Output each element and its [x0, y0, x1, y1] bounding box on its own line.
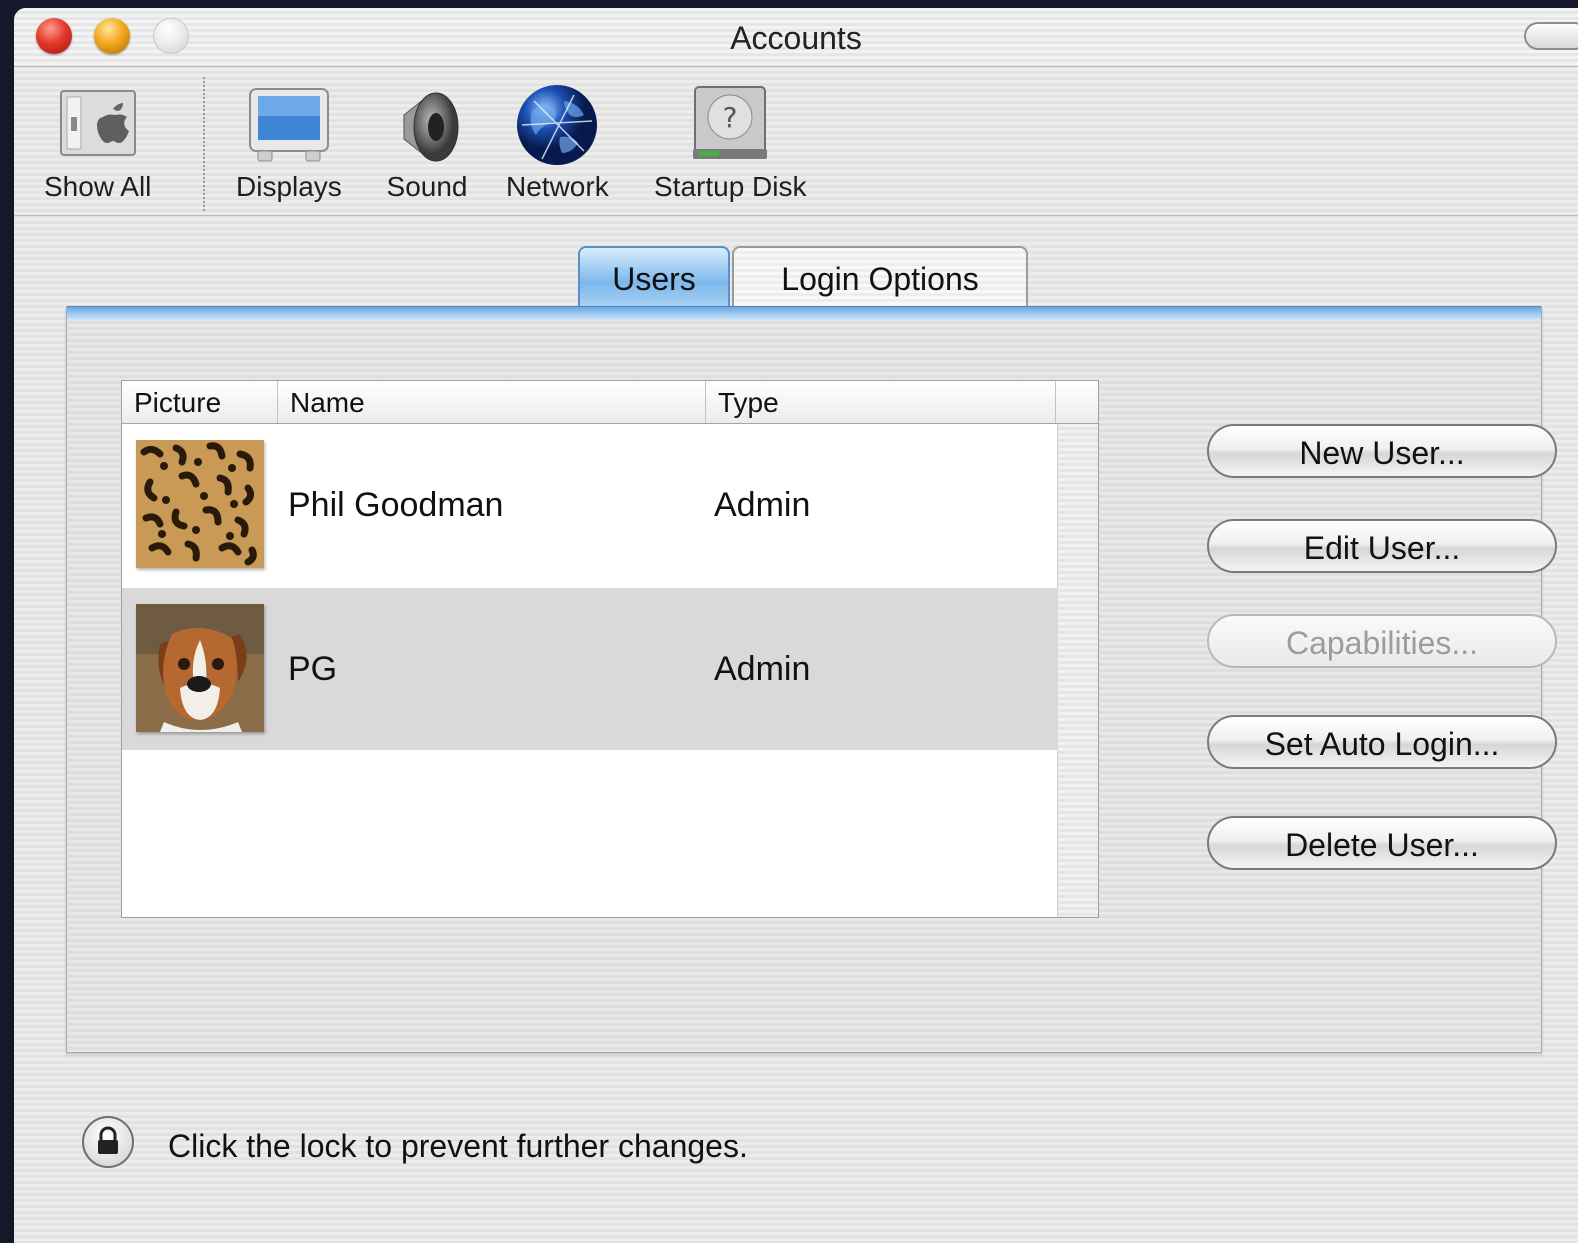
tab-users[interactable]: Users [578, 246, 730, 306]
window-title: Accounts [730, 20, 862, 56]
accounts-window: Accounts Show All Displays Sound Network… [14, 8, 1578, 1243]
edit-user-button[interactable]: Edit User... [1207, 519, 1557, 573]
toolbar-startup-disk[interactable]: ? Startup Disk [654, 81, 807, 203]
displays-icon [246, 81, 332, 167]
table-header: Picture Name Type [122, 381, 1098, 424]
column-header-name[interactable]: Name [278, 381, 706, 423]
show-all-icon [55, 81, 141, 167]
toolbar-label: Network [506, 171, 609, 202]
user-type: Admin [714, 486, 811, 524]
users-table: Picture Name Type Phil Goodman Admin PG … [121, 380, 1099, 918]
delete-user-button[interactable]: Delete User... [1207, 816, 1557, 870]
toolbar-label: Sound [386, 171, 468, 202]
toolbar-label: Show All [44, 171, 152, 202]
toolbar-label: Displays [236, 171, 342, 202]
users-panel: Picture Name Type Phil Goodman Admin PG … [66, 306, 1557, 1053]
capabilities-button: Capabilities... [1207, 614, 1557, 668]
title-bar: Accounts [14, 8, 1578, 67]
toolbar-displays[interactable]: Displays [236, 81, 342, 203]
dog-avatar [136, 604, 264, 732]
table-row[interactable]: Phil Goodman Admin [122, 424, 1058, 588]
lock-status-text: Click the lock to prevent further change… [168, 1128, 748, 1164]
table-row[interactable]: PG Admin [122, 588, 1058, 750]
toolbar-toggle-button[interactable] [1524, 22, 1578, 50]
new-user-button[interactable]: New User... [1207, 424, 1557, 478]
toolbar-separator [203, 77, 205, 211]
tab-login-options[interactable]: Login Options [732, 246, 1028, 306]
toolbar-sound[interactable]: Sound [384, 81, 470, 203]
toolbar: Show All Displays Sound Network ? Startu… [14, 67, 1578, 216]
toolbar-label: Startup Disk [654, 171, 807, 202]
sound-icon [384, 81, 470, 167]
set-auto-login-button[interactable]: Set Auto Login... [1207, 715, 1557, 769]
column-header-type[interactable]: Type [706, 381, 1056, 423]
toolbar-show-all[interactable]: Show All [44, 81, 151, 203]
svg-text:?: ? [723, 101, 738, 134]
network-icon [514, 81, 600, 167]
column-header-picture[interactable]: Picture [122, 381, 278, 423]
lock-button[interactable] [82, 1116, 134, 1168]
user-name: PG [288, 650, 338, 688]
toolbar-network[interactable]: Network [506, 81, 609, 203]
leopard-avatar [136, 440, 264, 568]
user-name: Phil Goodman [288, 486, 504, 524]
tab-panel-border [67, 306, 1541, 321]
user-type: Admin [714, 650, 811, 688]
lock-icon [98, 1126, 118, 1154]
startup-disk-icon: ? [687, 81, 773, 167]
table-scrollbar[interactable] [1057, 424, 1098, 917]
